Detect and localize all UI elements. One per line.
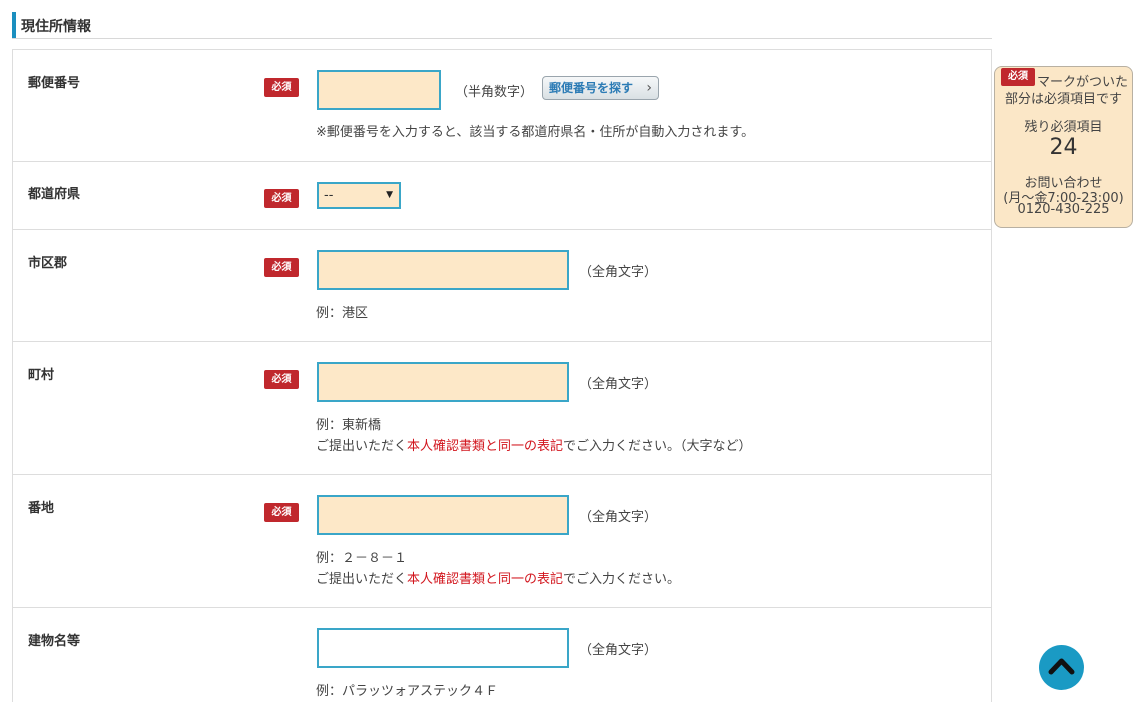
required-items-panel: 必須 マークがついた 部分は必須項目です 残り必須項目 24 お問い合わせ (月…: [994, 66, 1133, 228]
prefecture-label: 都道府県: [28, 187, 81, 202]
town-note-highlight: 本人確認書類と同一の表記: [407, 439, 564, 454]
town-note-suffix: でご入力ください。（大字など）: [563, 439, 752, 454]
form-row-prefecture: 都道府県 必須 -- ▼: [13, 162, 991, 230]
form-row-town: 町村 必須 （全角文字） 例：東新橋 ご提出いただく本人確認書類と同一の表記でご…: [13, 342, 991, 475]
block-note-highlight: 本人確認書類と同一の表記: [407, 572, 564, 587]
block-note-suffix: でご入力ください。: [563, 572, 681, 587]
form-row-postal: 郵便番号 必須 （半角数字） 郵便番号を探す › ※郵便番号を入力すると、該当す…: [13, 50, 991, 162]
building-input[interactable]: [317, 628, 569, 668]
city-example: 例：港区: [316, 306, 369, 321]
form-row-building: 建物名等 （全角文字） 例：パラッツォアステック４Ｆ: [13, 608, 991, 702]
postal-hint: （半角数字）: [455, 85, 534, 100]
address-form: 郵便番号 必須 （半角数字） 郵便番号を探す › ※郵便番号を入力すると、該当す…: [12, 49, 992, 702]
chevron-right-icon: ›: [646, 80, 652, 96]
search-postal-code-label: 郵便番号を探す: [549, 81, 634, 95]
building-hint: （全角文字）: [579, 643, 658, 658]
chevron-up-icon: [1048, 658, 1075, 675]
block-note: ご提出いただく本人確認書類と同一の表記でご入力ください。: [316, 568, 680, 587]
remaining-label: 残り必須項目: [1024, 120, 1103, 135]
required-badge: 必須: [264, 370, 299, 389]
city-label: 市区郡: [28, 256, 68, 271]
required-badge: 必須: [1001, 68, 1035, 86]
town-note-prefix: ご提出いただく: [316, 439, 408, 454]
postal-code-input[interactable]: [317, 70, 441, 110]
form-row-block: 番地 必須 （全角文字） 例：２－８－１ ご提出いただく本人確認書類と同一の表記…: [13, 475, 991, 608]
block-example: 例：２－８－１: [316, 551, 408, 566]
remaining-count: 24: [1049, 135, 1078, 160]
block-input[interactable]: [317, 495, 569, 535]
form-row-city: 市区郡 必須 （全角文字） 例：港区: [13, 230, 991, 342]
section-title: 現住所情報: [21, 19, 91, 35]
search-postal-code-button[interactable]: 郵便番号を探す ›: [542, 76, 659, 100]
prefecture-select[interactable]: -- ▼: [317, 182, 401, 209]
city-hint: （全角文字）: [579, 265, 658, 280]
building-label: 建物名等: [28, 634, 81, 649]
block-note-prefix: ご提出いただく: [316, 572, 408, 587]
postal-note: ※郵便番号を入力すると、該当する都道府県名・住所が自動入力されます。: [316, 125, 755, 140]
postal-label: 郵便番号: [28, 76, 81, 91]
required-badge: 必須: [264, 503, 299, 522]
contact-phone: 0120-430-225: [1017, 202, 1110, 217]
section-accent-bar: [12, 12, 16, 38]
required-badge: 必須: [264, 189, 299, 208]
prefecture-selected-value: --: [324, 188, 334, 203]
required-badge: 必須: [264, 78, 299, 97]
section-header: 現住所情報: [12, 10, 992, 39]
block-label: 番地: [28, 501, 55, 516]
building-example: 例：パラッツォアステック４Ｆ: [316, 684, 499, 699]
town-input[interactable]: [317, 362, 569, 402]
block-hint: （全角文字）: [579, 510, 658, 525]
caret-down-icon: ▼: [386, 190, 393, 200]
town-label: 町村: [28, 368, 55, 383]
town-note: ご提出いただく本人確認書類と同一の表記でご入力ください。（大字など）: [316, 435, 752, 454]
scroll-to-top-button[interactable]: [1039, 645, 1084, 690]
required-badge: 必須: [264, 258, 299, 277]
city-input[interactable]: [317, 250, 569, 290]
panel-line2: 部分は必須項目です: [1004, 92, 1122, 107]
town-example: 例：東新橋: [316, 418, 382, 433]
town-hint: （全角文字）: [579, 377, 658, 392]
